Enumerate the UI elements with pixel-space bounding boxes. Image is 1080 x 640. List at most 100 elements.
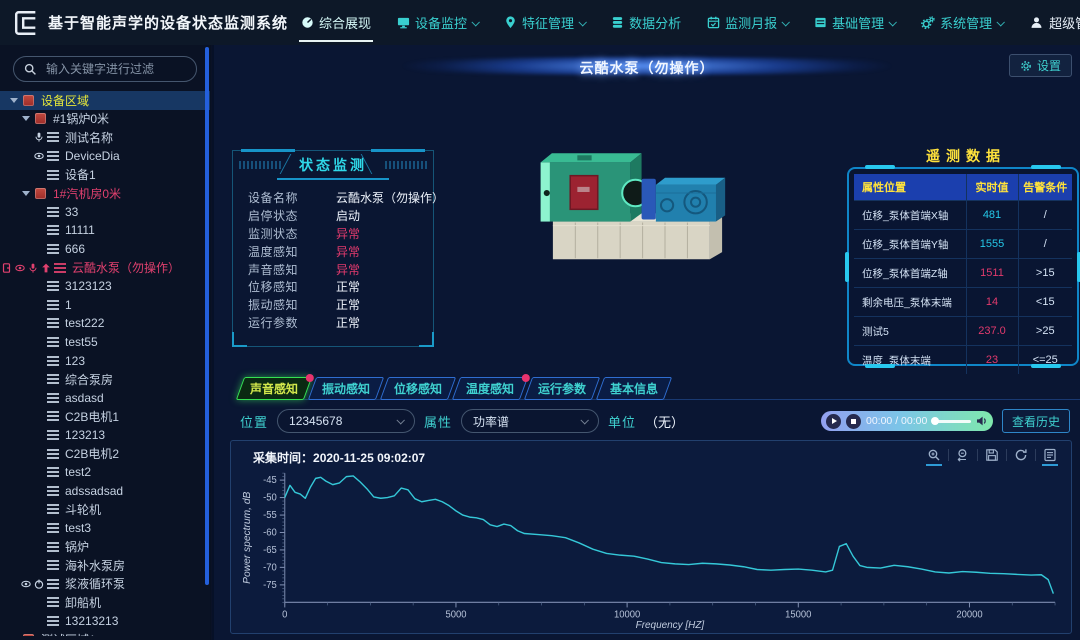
tab-位移感知[interactable]: 位移感知 xyxy=(380,377,456,400)
tree-item-33[interactable]: 33 xyxy=(0,203,210,222)
telemetry-value: 1511 xyxy=(966,259,1018,288)
tree-item-测试区域1[interactable]: 测试区域1 xyxy=(0,630,210,636)
tree-item-锅炉[interactable]: 锅炉 xyxy=(0,537,210,556)
capture-time: 采集时间：2020-11-25 09:02:07 xyxy=(253,449,425,466)
restore-icon[interactable] xyxy=(1014,448,1028,462)
save-image-icon[interactable] xyxy=(985,448,999,462)
svg-text:-50: -50 xyxy=(263,493,277,504)
svg-text:-70: -70 xyxy=(263,562,277,573)
attribute-select[interactable]: 功率谱 xyxy=(461,409,599,433)
device-icon xyxy=(47,504,59,514)
tree-item-云酷水泵（勿操作）[interactable]: 云酷水泵（勿操作） xyxy=(0,258,210,277)
nav-item-基础管理[interactable]: 基础管理 xyxy=(801,0,908,45)
mic-icon xyxy=(34,132,44,142)
tree-item-test222[interactable]: test222 xyxy=(0,314,210,333)
tree-item-test3[interactable]: test3 xyxy=(0,519,210,538)
view-history-button[interactable]: 查看历史 xyxy=(1002,409,1070,433)
tree-item-666[interactable]: 666 xyxy=(0,240,210,259)
tree-item-1[interactable]: 1 xyxy=(0,296,210,315)
svg-text:0: 0 xyxy=(282,610,287,621)
volume-knob[interactable] xyxy=(931,417,939,425)
device-icon xyxy=(47,467,59,477)
tree-item-adssadsad[interactable]: adssadsad xyxy=(0,481,210,500)
spectrum-chart[interactable]: -45-50-55-60-65-70-750500010000150002000… xyxy=(239,467,1065,631)
telemetry-value: 1555 xyxy=(966,230,1018,259)
search-input[interactable] xyxy=(44,61,186,77)
nav-item-系统管理[interactable]: 系统管理 xyxy=(908,0,1016,45)
tree-item-C2B电机2[interactable]: C2B电机2 xyxy=(0,444,210,463)
status-panel-title: 状态监测 xyxy=(267,155,399,180)
tree-item-123213[interactable]: 123213 xyxy=(0,426,210,445)
tree-item-浆液循环泵[interactable]: 浆液循环泵 xyxy=(0,574,210,593)
eye-icon xyxy=(15,263,25,273)
tab-运行参数[interactable]: 运行参数 xyxy=(524,377,600,400)
toolbar-separator xyxy=(977,449,978,461)
data-view-icon[interactable] xyxy=(1043,448,1057,462)
telemetry-column-header: 告警条件 xyxy=(1018,174,1072,201)
nav-menu: 综合展现设备监控特征管理数据分析监测月报基础管理系统管理 xyxy=(288,0,1016,45)
app-logo-icon xyxy=(12,9,40,37)
dashboard-icon xyxy=(301,16,314,29)
nav-item-监测月报[interactable]: 监测月报 xyxy=(694,0,801,45)
position-value: 12345678 xyxy=(289,414,342,428)
device-icon xyxy=(47,616,59,626)
tree-item-1#汽机房0米[interactable]: 1#汽机房0米 xyxy=(0,184,210,203)
sidebar-scrollbar[interactable] xyxy=(205,47,209,585)
search-icon xyxy=(24,63,37,76)
user-menu[interactable]: 超级管理员 xyxy=(1030,13,1080,32)
tree-item-C2B电机1[interactable]: C2B电机1 xyxy=(0,407,210,426)
pump-3d-model[interactable] xyxy=(506,119,822,319)
telemetry-table: 属性位置实时值告警条件位移_泵体首端X轴481/位移_泵体首端Y轴1555/位移… xyxy=(854,174,1072,374)
chevron-down-icon xyxy=(472,18,480,26)
tree-item-11111[interactable]: 11111 xyxy=(0,221,210,240)
tree-item-综合泵房[interactable]: 综合泵房 xyxy=(0,370,210,389)
tree-item-卸船机[interactable]: 卸船机 xyxy=(0,593,210,612)
volume-slider[interactable] xyxy=(932,420,971,423)
tree-item-设备1[interactable]: 设备1 xyxy=(0,165,210,184)
layers-icon xyxy=(814,16,827,29)
play-button[interactable] xyxy=(826,414,841,429)
device-icon xyxy=(47,374,59,384)
tree-item-#1锅炉0米[interactable]: #1锅炉0米 xyxy=(0,110,210,129)
zoom-back-icon[interactable] xyxy=(956,448,970,462)
device-icon xyxy=(47,132,59,142)
nav-item-特征管理[interactable]: 特征管理 xyxy=(491,0,598,45)
tree-item-DeviceDia[interactable]: DeviceDia xyxy=(0,147,210,166)
tree-item-asdasd[interactable]: asdasd xyxy=(0,389,210,408)
tab-声音感知[interactable]: 声音感知 xyxy=(236,377,312,400)
tree-item-123[interactable]: 123 xyxy=(0,351,210,370)
stop-button[interactable] xyxy=(846,414,861,429)
tab-温度感知[interactable]: 温度感知 xyxy=(452,377,528,400)
zoom-icon[interactable] xyxy=(927,448,941,462)
tree-item-测试名称[interactable]: 测试名称 xyxy=(0,128,210,147)
telemetry-attr: 位移_泵体首端X轴 xyxy=(854,201,966,230)
position-select[interactable]: 12345678 xyxy=(277,409,415,433)
chevron-down-icon xyxy=(579,18,587,26)
tree-item-test55[interactable]: test55 xyxy=(0,333,210,352)
nav-item-综合展现[interactable]: 综合展现 xyxy=(288,0,384,45)
telemetry-row: 测试5237.0>25 xyxy=(854,317,1072,346)
device-icon xyxy=(47,411,59,421)
pin-icon xyxy=(504,16,517,29)
nav-item-设备监控[interactable]: 设备监控 xyxy=(384,0,491,45)
stop-icon xyxy=(851,419,856,424)
power-icon xyxy=(34,579,44,589)
svg-text:-75: -75 xyxy=(263,580,277,591)
settings-button[interactable]: 设置 xyxy=(1009,54,1072,77)
area-icon xyxy=(23,634,34,636)
volume-icon[interactable] xyxy=(976,415,988,427)
device-icon xyxy=(47,430,59,440)
tree-item-设备区域[interactable]: 设备区域 xyxy=(0,91,210,110)
tree-item-test2[interactable]: test2 xyxy=(0,463,210,482)
chart-panel: 采集时间：2020-11-25 09:02:07 -45-50-55-60-65… xyxy=(230,440,1072,634)
position-label: 位置 xyxy=(240,412,268,431)
tab-振动感知[interactable]: 振动感知 xyxy=(308,377,384,400)
monitor-icon xyxy=(397,16,410,29)
controls-bar: 位置 12345678 属性 功率谱 单位 （无） 00:00 / 00:00 … xyxy=(240,407,1070,435)
tab-基本信息[interactable]: 基本信息 xyxy=(596,377,672,400)
tree-item-13213213[interactable]: 13213213 xyxy=(0,612,210,631)
tree-item-海补水泵房[interactable]: 海补水泵房 xyxy=(0,556,210,575)
nav-item-数据分析[interactable]: 数据分析 xyxy=(598,0,694,45)
tree-item-3123123[interactable]: 3123123 xyxy=(0,277,210,296)
tree-item-斗轮机[interactable]: 斗轮机 xyxy=(0,500,210,519)
